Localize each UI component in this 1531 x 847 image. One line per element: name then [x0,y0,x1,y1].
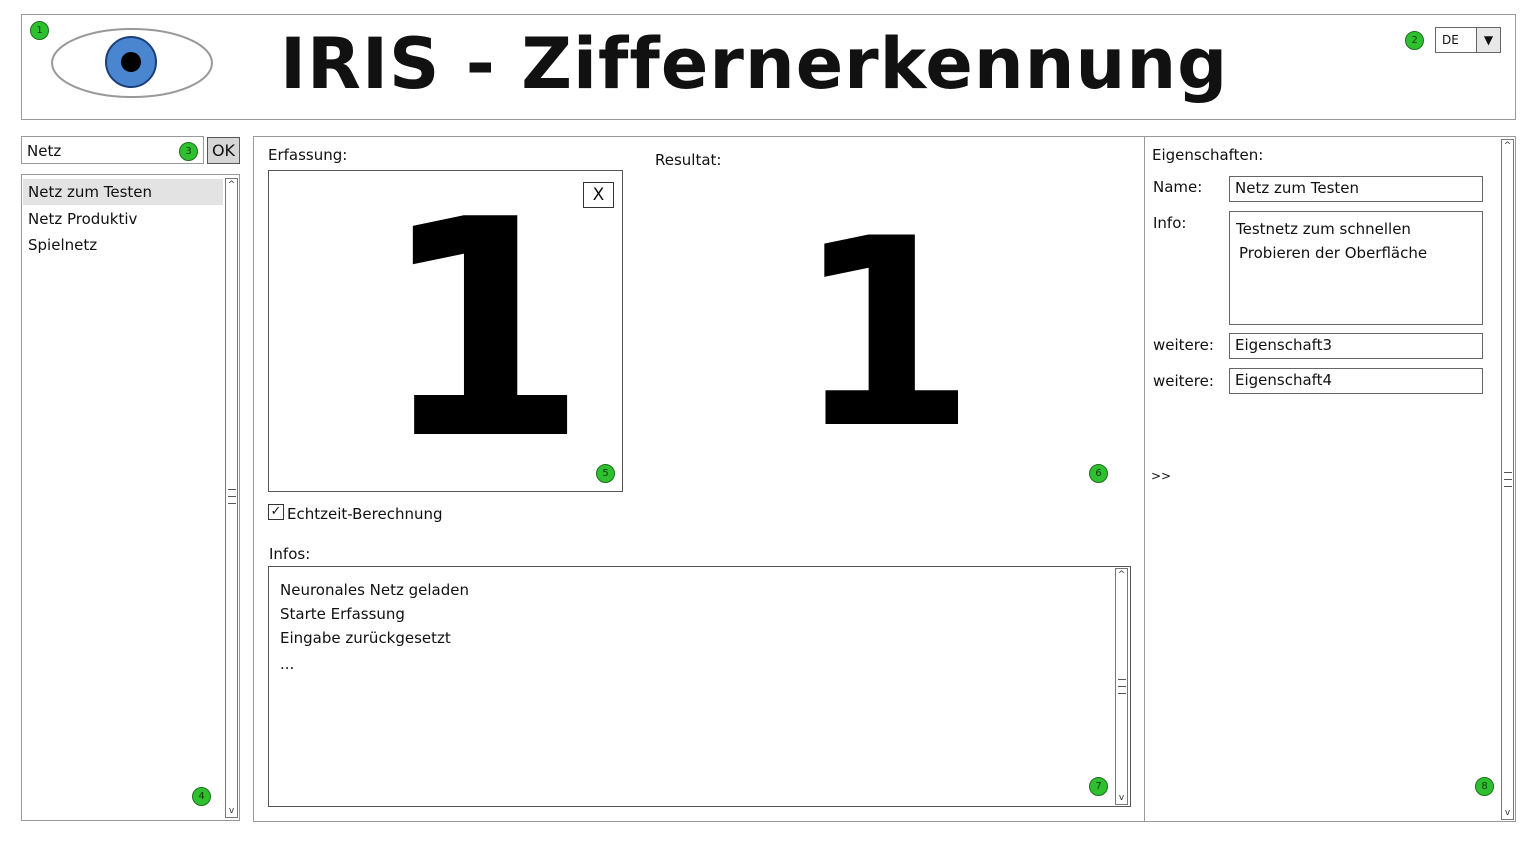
net-list-item[interactable]: Netz Produktiv [23,206,223,232]
info-line: Starte Erfassung [280,605,405,623]
header-bar: 1 IRIS - Ziffernerkennung 2 DE ▼ [21,14,1516,120]
scroll-grip[interactable] [228,489,236,504]
infos-label: Infos: [269,545,311,563]
scroll-grip[interactable] [1504,472,1512,487]
result-label: Resultat: [655,151,722,169]
properties-title: Eigenschaften: [1152,146,1264,164]
annotation-badge-5: 5 [596,464,615,483]
language-select[interactable]: DE ▼ [1435,27,1501,53]
info-text-line: Testnetz zum schnellen [1236,220,1411,238]
more-field-2[interactable]: Eigenschaft4 [1229,368,1483,394]
ok-button[interactable]: OK [207,137,240,164]
realtime-label: Echtzeit-Berechnung [287,505,443,523]
annotation-badge-8: 8 [1475,777,1494,796]
info-textarea[interactable]: Testnetz zum schnellen Probieren der Obe… [1229,211,1483,325]
more-field-1[interactable]: Eigenschaft3 [1229,333,1483,359]
name-field[interactable]: Netz zum Testen [1229,176,1483,202]
net-list-item[interactable]: Spielnetz [23,232,223,258]
name-label: Name: [1153,178,1203,196]
info-line: Neuronales Netz geladen [280,581,469,599]
drawn-digit: 1 [379,156,588,505]
capture-canvas[interactable]: X 1 5 [268,170,623,492]
net-search-input[interactable]: Netz 3 [21,136,204,164]
scroll-down-icon[interactable]: v [1116,792,1127,804]
annotation-badge-3: 3 [179,142,198,161]
info-text-line: Probieren der Oberfläche [1239,244,1428,262]
properties-panel: Eigenschaften: Name: Netz zum Testen Inf… [1144,136,1516,822]
infos-scrollbar[interactable]: ^ v [1115,568,1128,805]
infos-log: Neuronales Netz geladen Starte Erfassung… [268,566,1131,807]
scroll-up-icon[interactable]: ^ [226,179,237,191]
scroll-up-icon[interactable]: ^ [1116,569,1127,581]
result-digit: 1 [795,184,976,486]
net-search-value: Netz [27,142,62,160]
info-label: Info: [1153,214,1187,232]
info-line: ... [280,655,295,673]
net-list: Netz zum Testen Netz Produktiv Spielnetz… [21,174,240,821]
app-title: IRIS - Ziffernerkennung [280,23,1229,105]
annotation-badge-6: 6 [1089,464,1108,483]
info-line: Eingabe zurückgesetzt [280,629,451,647]
net-list-item[interactable]: Netz zum Testen [23,179,223,205]
more-label: weitere: [1153,372,1214,390]
language-value: DE [1442,33,1459,47]
capture-label: Erfassung: [268,146,348,164]
expand-toggle[interactable]: >> [1151,469,1171,483]
more-label: weitere: [1153,336,1214,354]
annotation-badge-1: 1 [30,21,49,40]
scroll-down-icon[interactable]: v [226,805,237,817]
chevron-down-icon[interactable]: ▼ [1476,28,1500,52]
net-list-scrollbar[interactable]: ^ v [225,178,238,818]
eye-icon [51,28,213,98]
scroll-grip[interactable] [1118,679,1126,694]
scroll-down-icon[interactable]: v [1502,807,1513,819]
annotation-badge-4: 4 [192,787,211,806]
annotation-badge-7: 7 [1089,777,1108,796]
properties-scrollbar[interactable]: ^ v [1501,139,1514,820]
scroll-up-icon[interactable]: ^ [1502,140,1513,152]
annotation-badge-2: 2 [1405,31,1424,50]
realtime-checkbox[interactable]: ✓ [268,504,284,520]
